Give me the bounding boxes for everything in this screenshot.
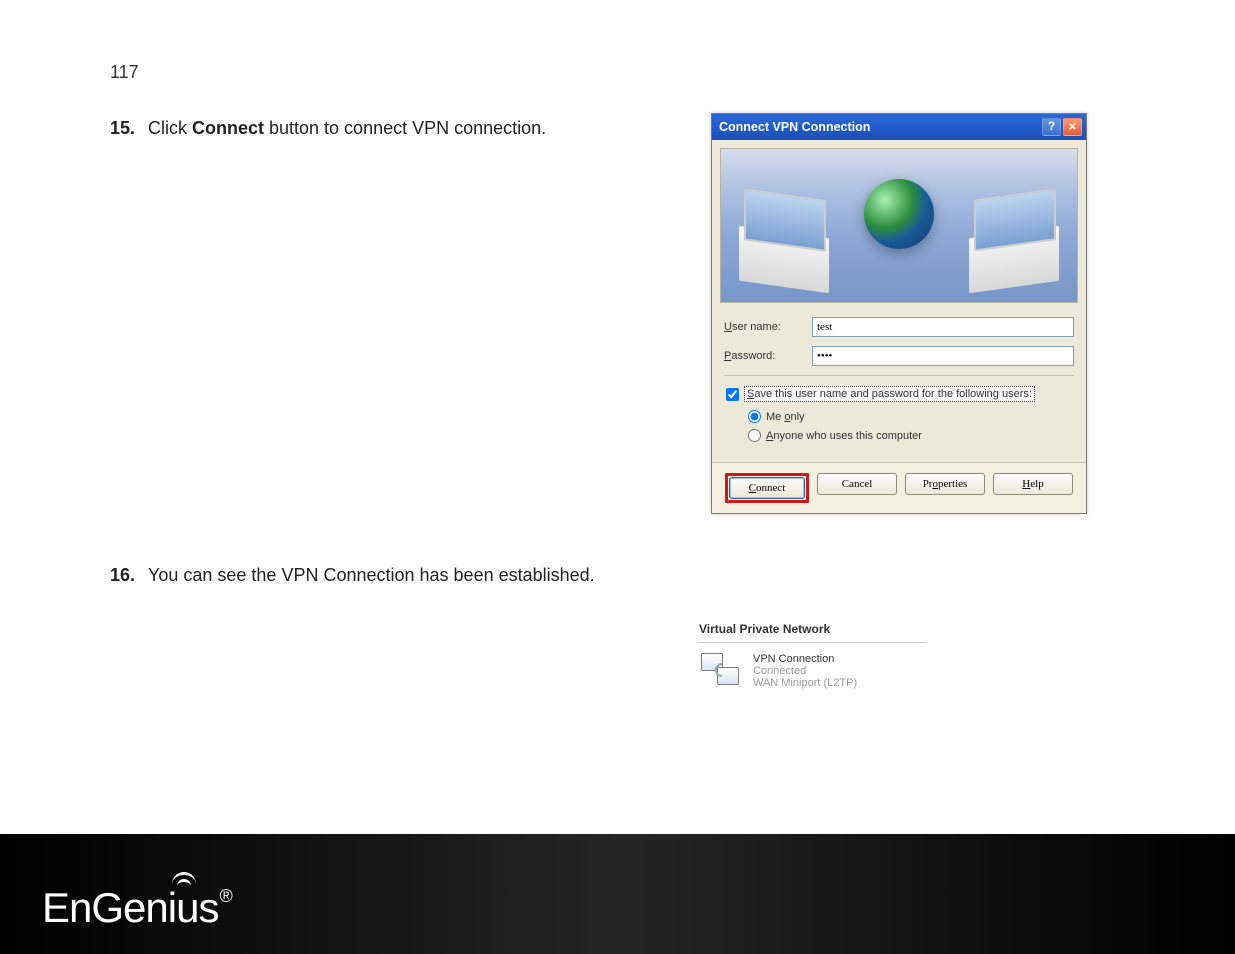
step-16: 16. You can see the VPN Connection has b… bbox=[110, 565, 595, 586]
vpn-connection-status: Connected bbox=[753, 665, 857, 677]
anyone-radio[interactable] bbox=[748, 429, 761, 442]
me-only-radio[interactable] bbox=[748, 410, 761, 423]
username-label: User name: bbox=[724, 321, 812, 333]
step-16-num: 16. bbox=[110, 565, 138, 586]
vpn-connection-name: VPN Connection bbox=[753, 653, 857, 665]
me-only-label: Me only bbox=[766, 411, 805, 423]
step-16-text: You can see the VPN Connection has been … bbox=[148, 565, 595, 586]
step-15-text-after: button to connect VPN connection. bbox=[264, 118, 546, 138]
brand-logo: EnGenius® bbox=[42, 884, 232, 932]
globe-icon bbox=[864, 179, 934, 249]
properties-button[interactable]: Properties bbox=[905, 473, 985, 495]
password-label: Password: bbox=[724, 350, 812, 362]
dialog-button-row: Connect Cancel Properties Help bbox=[712, 462, 1086, 513]
cancel-button[interactable]: Cancel bbox=[817, 473, 897, 495]
save-credentials-checkbox[interactable] bbox=[726, 388, 739, 401]
connect-button-highlight: Connect bbox=[725, 473, 809, 503]
step-15-text-bold: Connect bbox=[192, 118, 264, 138]
dialog-illustration bbox=[720, 148, 1078, 303]
help-icon[interactable] bbox=[1042, 118, 1061, 136]
vpn-connection-device: WAN Miniport (L2TP) bbox=[753, 677, 857, 689]
close-icon[interactable] bbox=[1063, 118, 1082, 136]
dialog-titlebar[interactable]: Connect VPN Connection bbox=[712, 114, 1086, 140]
username-field[interactable] bbox=[812, 317, 1074, 337]
laptop-right-icon bbox=[969, 226, 1059, 294]
password-field[interactable] bbox=[812, 346, 1074, 366]
step-15: 15. Click Connect button to connect VPN … bbox=[110, 118, 546, 139]
connect-button[interactable]: Connect bbox=[729, 477, 805, 499]
step-15-text-before: Click bbox=[148, 118, 192, 138]
anyone-label: Anyone who uses this computer bbox=[766, 430, 922, 442]
step-15-num: 15. bbox=[110, 118, 138, 139]
laptop-left-icon bbox=[739, 226, 829, 294]
save-credentials-label: Save this user name and password for the… bbox=[744, 386, 1035, 402]
connect-vpn-dialog: Connect VPN Connection User name: Passwo… bbox=[711, 113, 1087, 514]
help-button[interactable]: Help bbox=[993, 473, 1073, 495]
vpn-status-panel: Virtual Private Network VPN Connection C… bbox=[697, 620, 927, 699]
step-15-text: Click Connect button to connect VPN conn… bbox=[148, 118, 546, 139]
vpn-panel-header: Virtual Private Network bbox=[697, 620, 927, 643]
dialog-title: Connect VPN Connection bbox=[719, 120, 1040, 134]
registered-mark: ® bbox=[219, 886, 231, 906]
page-number: 117 bbox=[110, 62, 139, 83]
page-footer: EnGenius® bbox=[0, 834, 1235, 954]
vpn-connection-icon bbox=[701, 653, 743, 689]
